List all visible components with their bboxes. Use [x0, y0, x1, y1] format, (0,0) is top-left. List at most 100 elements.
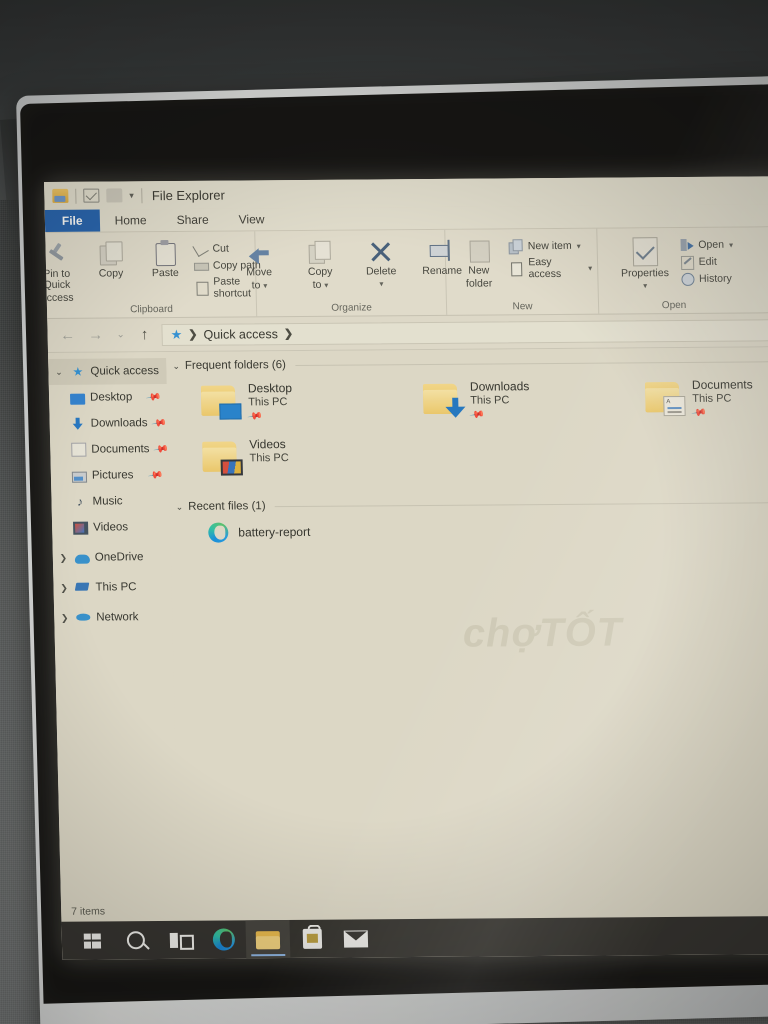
edge-button[interactable]	[201, 920, 246, 958]
start-button[interactable]	[69, 921, 114, 959]
scissors-icon	[193, 242, 207, 256]
chevron-down-icon-open[interactable]: ▾	[729, 240, 733, 249]
copy-to-button[interactable]: Copy to ▾	[290, 235, 349, 291]
sidebar-label-documents: Documents	[91, 443, 150, 456]
sidebar-item-pictures[interactable]: Pictures 📌	[51, 462, 170, 489]
folder-tile-downloads[interactable]: Downloads This PC 📌	[422, 377, 646, 431]
copy-path-icon	[194, 259, 208, 273]
frequent-folders-grid: Desktop This PC 📌 Downloads This PC 📌 A …	[167, 367, 768, 493]
folder-icon	[422, 382, 466, 418]
easy-access-button[interactable]: Easy access ▾	[509, 256, 592, 281]
folder-tile-desktop[interactable]: Desktop This PC 📌	[200, 379, 424, 433]
network-icon	[76, 611, 91, 625]
sidebar-item-this-pc[interactable]: ❯ This PC	[53, 574, 172, 601]
photograph-scene: ▾ File Explorer File Home Share View Pin…	[0, 0, 768, 1024]
store-button[interactable]	[289, 920, 334, 958]
window-title: File Explorer	[151, 187, 226, 203]
recent-files-list: battery-report	[170, 508, 768, 545]
search-icon	[126, 931, 146, 950]
chevron-down-icon-quick-access[interactable]: ⌄	[52, 366, 65, 377]
recent-files-title: Recent files (1)	[188, 500, 266, 513]
clipboard-group-label: Clipboard	[129, 303, 174, 316]
open-group-label: Open	[661, 299, 687, 312]
history-button[interactable]: History	[680, 272, 734, 286]
download-overlay-icon	[445, 397, 466, 418]
easy-access-icon	[509, 261, 523, 275]
sidebar-item-onedrive[interactable]: ❯ OneDrive	[53, 544, 172, 571]
chevron-down-icon-delete[interactable]: ▾	[379, 279, 383, 288]
sidebar-item-downloads[interactable]: Downloads 📌	[49, 410, 168, 437]
ribbon-group-organize: Move to ▾ Copy to ▾ Delete ▾ Rename Orga…	[246, 229, 462, 317]
file-list-area[interactable]: ⌄ Frequent folders (6) Desktop This PC 📌…	[166, 347, 768, 901]
chevron-down-icon[interactable]: ▾	[129, 190, 134, 201]
back-button[interactable]: ←	[53, 327, 81, 344]
folder-tile-videos[interactable]: Videos This PC	[202, 435, 425, 489]
breadcrumb-separator-2[interactable]: ❯	[284, 327, 294, 340]
new-item-button[interactable]: New item ▾	[509, 239, 592, 254]
pin-to-quick-access-button[interactable]: Pin to Quick access	[44, 237, 83, 304]
sidebar-item-quick-access[interactable]: ⌄ ★ Quick access	[48, 358, 167, 385]
paste-icon	[152, 240, 179, 266]
properties-button[interactable]: Properties ▾	[612, 232, 677, 290]
folder-tile-documents[interactable]: A Documents This PC 📌	[644, 376, 766, 429]
pin-icon: 📌	[468, 407, 486, 424]
sidebar-item-network[interactable]: ❯ Network	[54, 604, 173, 631]
folder-name: Documents	[691, 377, 753, 392]
tab-file[interactable]: File	[44, 209, 100, 232]
tab-home[interactable]: Home	[99, 209, 162, 231]
sidebar-label-network: Network	[96, 611, 139, 624]
breadcrumb[interactable]: ★ ❯ Quick access ❯	[161, 318, 768, 346]
list-item[interactable]: battery-report	[208, 516, 768, 545]
chevron-down-icon-new-item[interactable]: ▾	[577, 241, 581, 250]
folder-location: This PC	[249, 452, 289, 465]
search-button[interactable]	[113, 921, 158, 959]
edge-icon	[212, 928, 236, 951]
edit-button[interactable]: Edit	[680, 255, 734, 269]
copy-icon	[97, 240, 124, 266]
chevron-down-icon-easy-access[interactable]: ▾	[588, 263, 592, 272]
task-view-button[interactable]	[157, 921, 202, 959]
frequent-folders-title: Frequent folders (6)	[184, 359, 287, 372]
folder-icon[interactable]	[52, 188, 69, 203]
address-bar: ← → ⌄ ↑ ★ ❯ Quick access ❯	[47, 313, 768, 353]
chevron-down-icon-properties[interactable]: ▾	[643, 281, 647, 290]
sidebar-item-videos[interactable]: Videos	[52, 514, 171, 541]
properties-icon[interactable]	[83, 188, 100, 203]
forward-button[interactable]: →	[81, 326, 109, 344]
ribbon-group-new: New folder New item ▾ Easy access ▾ New	[445, 228, 600, 315]
paste-button[interactable]: Paste	[139, 236, 191, 279]
chevron-right-icon-network[interactable]: ❯	[58, 612, 71, 623]
delete-icon	[367, 238, 394, 264]
chevron-right-icon-onedrive[interactable]: ❯	[57, 552, 70, 563]
qat-separator	[75, 188, 77, 204]
new-item-label: New item	[527, 239, 572, 253]
file-explorer-button[interactable]	[245, 920, 291, 959]
up-button[interactable]: ↑	[131, 326, 157, 343]
tab-share[interactable]: Share	[161, 209, 224, 231]
pin-icon: 📌	[246, 408, 264, 425]
breadcrumb-quick-access[interactable]: Quick access	[203, 327, 278, 342]
chevron-right-icon-this-pc[interactable]: ❯	[57, 582, 70, 593]
tab-view[interactable]: View	[223, 208, 279, 230]
move-to-button[interactable]: Move to ▾	[229, 235, 288, 291]
sidebar-item-documents[interactable]: Documents 📌	[50, 436, 169, 463]
delete-label: Delete	[365, 265, 397, 278]
videos-overlay-icon	[220, 459, 243, 476]
file-explorer-window: ▾ File Explorer File Home Share View Pin…	[44, 176, 768, 960]
delete-button[interactable]: Delete ▾	[351, 234, 410, 288]
copy-button[interactable]: Copy	[84, 236, 136, 279]
sidebar-item-music[interactable]: ♪ Music	[51, 488, 170, 515]
new-folder-button[interactable]: New folder	[450, 233, 507, 289]
open-button[interactable]: Open ▾	[679, 238, 733, 252]
new-item-icon	[509, 239, 523, 253]
music-icon: ♪	[76, 494, 84, 509]
new-folder-icon[interactable]	[106, 188, 123, 203]
sidebar-item-desktop[interactable]: Desktop 📌	[49, 384, 168, 411]
properties-icon-large	[629, 236, 660, 266]
ribbon: Pin to Quick access Copy Paste Cut Copy …	[44, 227, 768, 319]
mail-button[interactable]	[333, 919, 378, 957]
recent-locations-button[interactable]: ⌄	[109, 329, 131, 340]
chevron-down-icon-recent[interactable]: ⌄	[176, 501, 184, 512]
chevron-down-icon-frequent[interactable]: ⌄	[172, 360, 180, 371]
chevron-down-icon-copy: ▾	[324, 280, 329, 290]
